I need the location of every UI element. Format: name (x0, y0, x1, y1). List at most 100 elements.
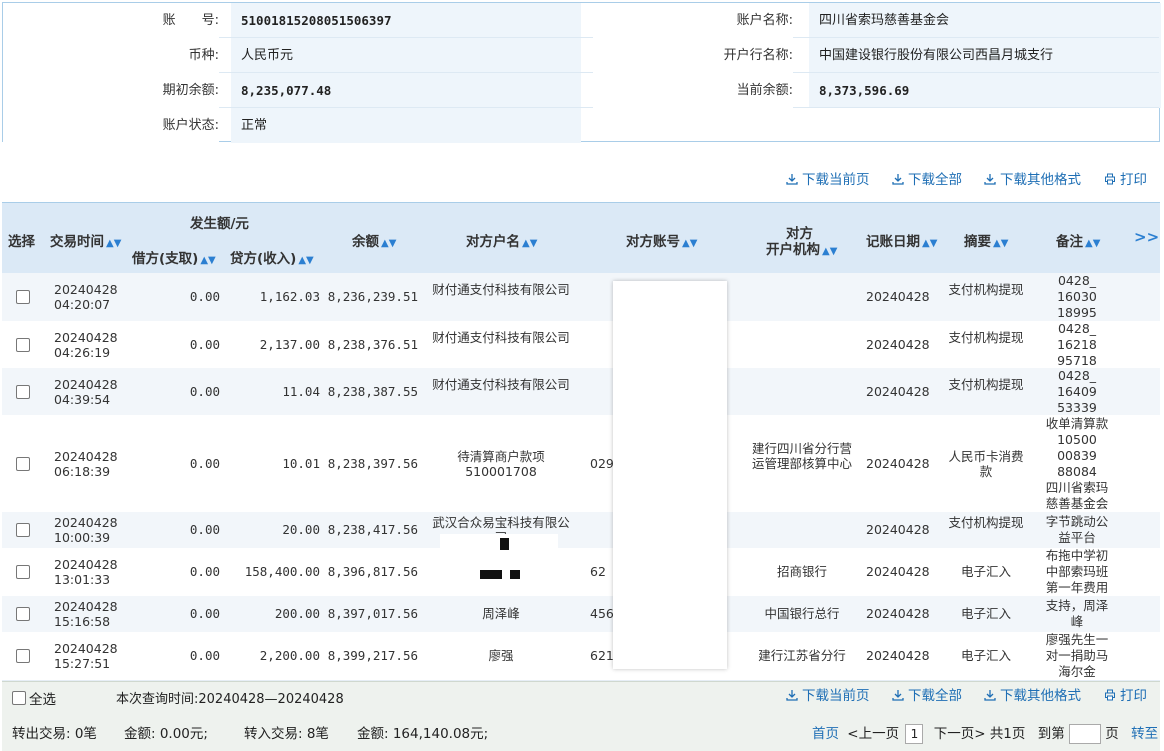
goto-button[interactable]: 转至 (1131, 726, 1158, 742)
credit-amount: 1,162.03 (259, 289, 320, 304)
credit-amount: 200.00 (274, 606, 320, 621)
row-checkbox[interactable] (16, 290, 30, 304)
currency: 人民币元 (241, 48, 294, 63)
trade-date: 20240428 (54, 448, 118, 464)
download-page-label: 下载当前页 (802, 688, 870, 704)
row-checkbox[interactable] (16, 337, 30, 352)
download-other-format-link-bottom[interactable]: 下载其他格式 (984, 686, 1081, 706)
current-balance-label: 当前余额: (593, 73, 793, 108)
note: 0428_ 16409 53339 (1057, 367, 1097, 415)
col-counter-account[interactable]: 对方账号 ▲▼ (626, 230, 697, 250)
balance: 8,397,017.56 (327, 606, 418, 621)
table-row[interactable]: 20240428 15:27:51 0.00 2,200.00 8,399,217.56… (2, 632, 1160, 681)
next-page-link[interactable]: 下一页> (934, 726, 986, 742)
row-checkbox[interactable] (16, 384, 30, 399)
download-icon (786, 174, 798, 185)
redaction-mask (613, 281, 727, 669)
download-other-format-label: 下载其他格式 (1000, 688, 1081, 704)
row-checkbox[interactable] (16, 565, 30, 579)
counter-bank: 中国银行总行 (764, 606, 840, 621)
col-credit[interactable]: 贷方(收入) ▲▼ (230, 247, 314, 267)
col-summary[interactable]: 摘要 ▲▼ (964, 230, 1008, 250)
table-row[interactable]: 20240428 04:26:19 0.00 2,137.00 8,238,376.51… (2, 321, 1160, 369)
table-row[interactable]: 20240428 15:16:58 0.00 200.00 8,397,017.56 周泽… (2, 596, 1160, 633)
table-row[interactable]: 20240428 06:18:39 0.00 10.01 8,238,397.56 待清算… (2, 415, 1160, 513)
credit-amount: 20.00 (282, 522, 320, 537)
download-icon (984, 690, 996, 701)
sort-icon: ▲▼ (922, 238, 938, 249)
balance: 8,238,417.56 (327, 522, 418, 537)
download-other-format-label: 下载其他格式 (1000, 172, 1081, 188)
footer-bar: 全选 本次查询时间:20240428—20240428 下载当前页 下载全部 下… (2, 681, 1160, 751)
download-all-link-bottom[interactable]: 下载全部 (892, 686, 962, 706)
download-page-label: 下载当前页 (802, 172, 870, 188)
col-debit-label: 借方(支取) (132, 251, 199, 267)
col-trade-time[interactable]: 交易时间 ▲▼ (50, 230, 121, 250)
more-columns-button[interactable]: >> (1134, 228, 1159, 246)
table-header: 选择 交易时间 ▲▼ 发生额/元 借方(支取) ▲▼ 贷方(收入) ▲▼ 余额 ▲▼ 对… (2, 202, 1160, 273)
post-date: 20240428 (866, 336, 930, 352)
prev-page-link[interactable]: <上一页 (847, 726, 899, 742)
col-counter-bank[interactable]: 开户机构 ▲▼ (766, 238, 837, 258)
balance: 8,238,387.55 (327, 383, 418, 399)
trade-date: 20240428 (54, 329, 118, 345)
table-row[interactable]: 20240428 13:01:33 0.00 158,400.00 8,396,817.… (2, 548, 1160, 597)
trade-time: 13:01:33 (54, 572, 111, 587)
col-note-label: 备注 (1056, 234, 1083, 250)
summary: 支付机构提现 (948, 515, 1024, 530)
print-link-bottom[interactable]: 打印 (1104, 686, 1147, 706)
download-all-link[interactable]: 下载全部 (892, 170, 962, 190)
summary: 支付机构提现 (948, 376, 1024, 392)
col-post-date[interactable]: 记账日期 ▲▼ (866, 230, 937, 250)
trade-date: 20240428 (54, 641, 118, 656)
bank-name-label: 开户行名称: (593, 38, 793, 73)
col-debit[interactable]: 借方(支取) ▲▼ (132, 247, 216, 267)
table-row[interactable]: 20240428 04:20:07 0.00 1,162.03 8,236,239.51… (2, 273, 1160, 322)
download-icon (786, 690, 798, 701)
col-amount-group: 发生额/元 (190, 216, 249, 232)
currency-label: 币种: (3, 38, 219, 73)
col-balance[interactable]: 余额 ▲▼ (352, 230, 396, 250)
post-date: 20240428 (866, 289, 930, 304)
counterparty-name: 待清算商户款项510001708 (457, 448, 545, 479)
download-other-format-link[interactable]: 下载其他格式 (984, 170, 1081, 190)
table-row[interactable]: 20240428 04:39:54 0.00 11.04 8,238,387.55 财付通… (2, 368, 1160, 416)
outgoing-amount: 金额: 0.00元; (124, 726, 208, 742)
col-trade-time-label: 交易时间 (50, 234, 104, 250)
note: 0428_ 16030 18995 (1057, 273, 1097, 320)
credit-amount: 2,200.00 (259, 648, 320, 663)
counterparty-name: 财付通支付科技有限公司 (432, 282, 570, 297)
first-page-link[interactable]: 首页 (812, 726, 839, 742)
debit-amount: 0.00 (189, 336, 220, 352)
table-row[interactable]: 20240428 10:00:39 0.00 20.00 8,238,417.56 武汉合… (2, 512, 1160, 549)
note: 0428_ 16218 95718 (1057, 320, 1097, 368)
account-number: 51001815208051506397 (241, 13, 392, 28)
page-unit-label: 页 (1105, 726, 1119, 742)
select-all-checkbox[interactable]: 全选 (12, 688, 56, 708)
trade-time: 06:18:39 (54, 463, 111, 479)
row-checkbox[interactable] (16, 607, 30, 621)
printer-icon (1105, 689, 1115, 701)
trade-date: 20240428 (54, 557, 118, 572)
sort-icon: ▲▼ (993, 238, 1009, 249)
row-checkbox[interactable] (16, 649, 30, 663)
goto-page-input[interactable] (1069, 724, 1101, 744)
download-icon (892, 174, 904, 185)
col-note[interactable]: 备注 ▲▼ (1056, 230, 1100, 250)
balance: 8,399,217.56 (327, 648, 418, 663)
col-counterparty[interactable]: 对方户名 ▲▼ (466, 230, 537, 250)
print-label: 打印 (1120, 688, 1147, 704)
account-name-label: 账户名称: (593, 3, 793, 38)
download-page-link-bottom[interactable]: 下载当前页 (786, 686, 870, 706)
current-balance: 8,373,596.69 (819, 83, 910, 98)
counter-bank: 建行江苏省分行 (758, 648, 846, 663)
row-checkbox[interactable] (16, 456, 30, 471)
print-link[interactable]: 打印 (1104, 170, 1147, 190)
row-checkbox[interactable] (16, 523, 30, 537)
note: 字节跳动公 益平台 (1045, 514, 1109, 545)
trade-time: 15:16:58 (54, 614, 111, 629)
print-label: 打印 (1120, 172, 1147, 188)
download-page-link[interactable]: 下载当前页 (786, 170, 870, 190)
checkbox[interactable] (12, 691, 26, 705)
col-summary-label: 摘要 (964, 234, 991, 250)
